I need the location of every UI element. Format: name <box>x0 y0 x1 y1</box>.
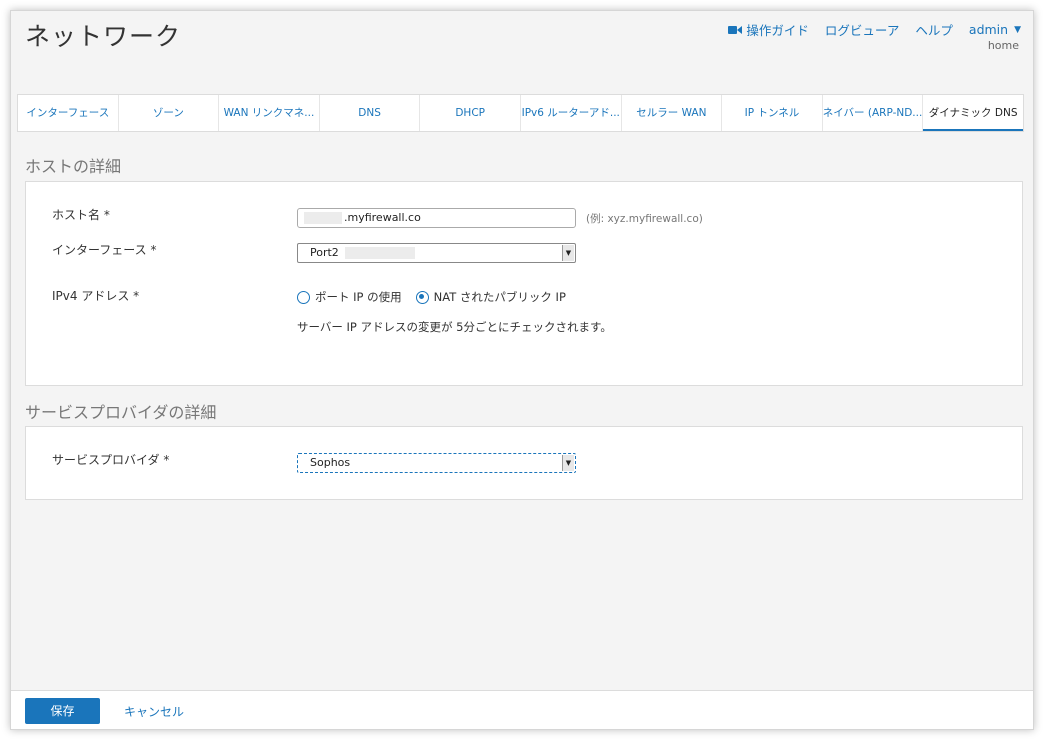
interface-value: Port2 <box>310 246 339 259</box>
dropdown-arrow-icon: ▼ <box>562 245 574 261</box>
interface-select[interactable]: Port2 ▼ <box>297 243 576 263</box>
user-menu[interactable]: admin ▼ <box>969 22 1021 37</box>
tab-neighbors[interactable]: ネイバー (ARP-ND... <box>823 95 924 131</box>
hostname-hint: (例: xyz.myfirewall.co) <box>586 213 703 225</box>
cancel-button[interactable]: キャンセル <box>124 703 184 720</box>
radio-nat-public-ip[interactable]: NAT されたパブリック IP <box>415 289 566 305</box>
tab-ipv6-router-advertisement[interactable]: IPv6 ルーターアド... <box>521 95 622 131</box>
page-title: ネットワーク <box>25 22 182 51</box>
provider-value: Sophos <box>310 456 351 469</box>
hostname-value: .myfirewall.co <box>344 211 421 224</box>
hostname-label: ホスト名 * <box>52 208 110 222</box>
tab-interfaces[interactable]: インターフェース <box>18 95 119 131</box>
top-navigation: 操作ガイド ログビューア ヘルプ admin ▼ <box>728 20 1021 39</box>
provider-details-panel: サービスプロバイダ * Sophos ▼ <box>25 426 1023 500</box>
help-link[interactable]: ヘルプ <box>915 20 953 39</box>
guide-label: 操作ガイド <box>746 23 809 38</box>
host-section-title: ホストの詳細 <box>25 157 122 176</box>
action-footer: 保存 キャンセル <box>11 690 1033 729</box>
provider-section-title: サービスプロバイダの詳細 <box>25 403 217 422</box>
tab-bar: インターフェース ゾーン WAN リンクマネ... DNS DHCP IPv6 … <box>17 94 1024 132</box>
user-label: admin <box>968 22 1009 37</box>
radio-unchecked-icon <box>297 290 310 304</box>
user-context: home <box>987 39 1019 52</box>
radio-checked-icon <box>415 290 429 304</box>
log-viewer-label: ログビューア <box>824 23 900 38</box>
redacted-mask <box>304 212 342 224</box>
tab-dns[interactable]: DNS <box>320 95 421 131</box>
provider-label: サービスプロバイダ * <box>52 453 170 467</box>
host-details-panel: ホスト名 * .myfirewall.co (例: xyz.myfirewall… <box>25 181 1023 386</box>
hostname-input[interactable]: .myfirewall.co <box>297 208 576 228</box>
log-viewer-link[interactable]: ログビューア <box>825 20 900 39</box>
caret-down-icon: ▼ <box>1014 24 1021 35</box>
tab-dynamic-dns[interactable]: ダイナミック DNS <box>923 95 1023 131</box>
ipv4-label: IPv4 アドレス * <box>52 289 140 303</box>
guide-link[interactable]: 操作ガイド <box>728 20 809 39</box>
tab-wan-link-manager[interactable]: WAN リンクマネ... <box>219 95 320 131</box>
interface-label: インターフェース * <box>52 243 157 257</box>
save-button[interactable]: 保存 <box>25 698 100 724</box>
video-camera-icon <box>728 25 743 35</box>
radio-use-port-ip[interactable]: ポート IP の使用 <box>297 289 402 305</box>
provider-select[interactable]: Sophos ▼ <box>297 453 576 473</box>
help-label: ヘルプ <box>915 23 953 38</box>
ipv4-note: サーバー IP アドレスの変更が 5分ごとにチェックされます。 <box>297 320 612 334</box>
tab-zones[interactable]: ゾーン <box>119 95 220 131</box>
tab-ip-tunnel[interactable]: IP トンネル <box>722 95 823 131</box>
app-window: ネットワーク 操作ガイド ログビューア ヘルプ admin ▼ home インタ… <box>10 10 1034 730</box>
tab-dhcp[interactable]: DHCP <box>420 95 521 131</box>
redacted-mask <box>344 247 415 259</box>
page-header: ネットワーク 操作ガイド ログビューア ヘルプ admin ▼ home <box>11 11 1033 93</box>
radio-label: NAT されたパブリック IP <box>433 290 566 304</box>
ipv4-radio-group: ポート IP の使用 NAT されたパブリック IP <box>297 289 566 305</box>
radio-label: ポート IP の使用 <box>315 290 402 304</box>
tab-cellular-wan[interactable]: セルラー WAN <box>622 95 723 131</box>
dropdown-arrow-icon: ▼ <box>562 455 574 471</box>
